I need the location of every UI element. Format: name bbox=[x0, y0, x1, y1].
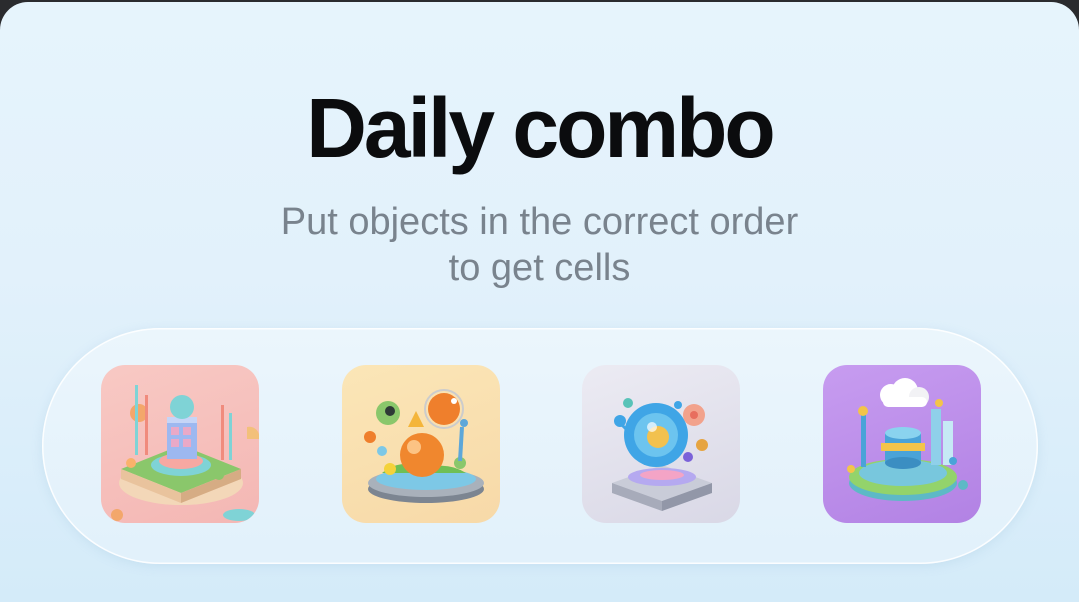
subtitle-line-2: to get cells bbox=[448, 247, 631, 289]
combo-tile-3[interactable] bbox=[582, 365, 740, 523]
combo-tile-4[interactable] bbox=[823, 365, 981, 523]
isometric-lab-cloud-island-icon bbox=[847, 378, 968, 501]
subtitle: Put objects in the correct order to get … bbox=[0, 199, 1079, 291]
isometric-cell-sphere-icon bbox=[612, 398, 712, 511]
isometric-molecule-platform-icon bbox=[364, 389, 484, 503]
combo-tile-1[interactable] bbox=[101, 365, 259, 523]
page-title: Daily combo bbox=[306, 81, 775, 175]
combo-tile-2[interactable] bbox=[342, 365, 500, 523]
isometric-building-island-icon bbox=[111, 385, 259, 521]
subtitle-line-1: Put objects in the correct order bbox=[280, 201, 799, 243]
